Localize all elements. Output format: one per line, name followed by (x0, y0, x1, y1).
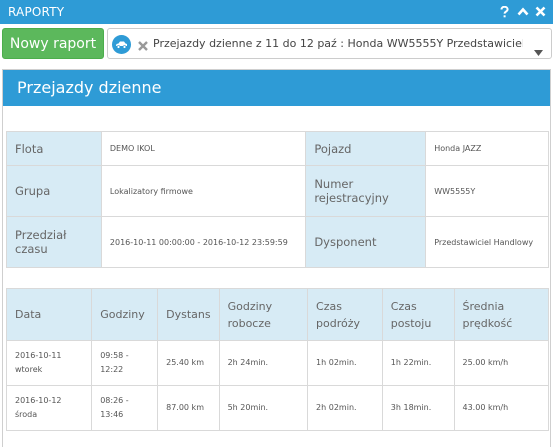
stop-time-cell: 3h 18min. (381, 385, 455, 431)
column-header-stop-time: Czas postoju (381, 288, 455, 341)
collapse-icon[interactable] (516, 3, 529, 20)
table-row: 2016-10-12 środa 08:26 - 13:46 87.00 km 5… (5, 385, 549, 431)
date-cell: 2016-10-12 środa (5, 385, 93, 431)
period-label: Przedział czasu (6, 216, 102, 268)
window-controls (498, 3, 547, 20)
column-header-avg-speed: Średnia prędkość (453, 288, 549, 341)
car-icon (112, 35, 131, 54)
date-value: 2016-10-12 (15, 396, 62, 405)
registration-value: WW5555Y (425, 165, 549, 217)
distance-cell: 25.40 km (157, 340, 220, 386)
vehicle-value: Honda JAZZ (425, 131, 549, 166)
column-header-work-hours: Godziny robocze (218, 288, 309, 341)
column-header-date: Data (5, 288, 93, 341)
info-row: Flota DEMO IKOL Pojazd Honda JAZZ (6, 131, 549, 166)
dispatcher-label: Dysponent (305, 216, 427, 268)
column-header-travel-time: Czas podróży (307, 288, 383, 341)
help-icon[interactable] (498, 3, 511, 20)
remove-selection-icon[interactable] (137, 37, 149, 51)
window-titlebar: RAPORTY (0, 0, 553, 24)
window-title: RAPORTY (8, 5, 65, 19)
report-panel: Przejazdy dzienne Flota DEMO IKOL Pojazd… (2, 69, 551, 447)
table-row: 2016-10-11 wtorek 09:58 - 12:22 25.40 km … (5, 340, 549, 386)
column-header-distance: Dystans (157, 288, 220, 341)
vehicle-label: Pojazd (305, 131, 427, 166)
fleet-label: Flota (6, 131, 102, 166)
info-table: Flota DEMO IKOL Pojazd Honda JAZZ Grupa … (6, 131, 549, 268)
toolbar: Nowy raport Przejazdy dzienne z 11 do 12… (0, 24, 553, 64)
weekday-value: środa (15, 410, 38, 419)
table-header-row: Data Godziny Dystans Godziny robocze Cza… (5, 288, 549, 341)
stop-time-cell: 1h 22min. (381, 340, 455, 386)
work-hours-cell: 2h 24min. (218, 340, 309, 386)
close-icon[interactable] (534, 3, 547, 20)
travel-time-cell: 2h 02min. (307, 385, 383, 431)
group-value: Lokalizatory firmowe (100, 165, 307, 217)
hours-cell: 09:58 - 12:22 (91, 340, 159, 386)
period-value: 2016-10-11 00:00:00 - 2016-10-12 23:59:5… (100, 216, 307, 268)
travel-time-cell: 1h 02min. (307, 340, 383, 386)
work-hours-cell: 5h 20min. (218, 385, 309, 431)
dispatcher-value: Przedstawiciel Handlowy (425, 216, 549, 268)
column-header-hours: Godziny (91, 288, 159, 341)
info-row: Przedział czasu 2016-10-11 00:00:00 - 20… (6, 216, 549, 268)
date-cell: 2016-10-11 wtorek (5, 340, 93, 386)
info-row: Grupa Lokalizatory firmowe Numer rejestr… (6, 165, 549, 217)
avg-speed-cell: 43.00 km/h (453, 385, 549, 431)
avg-speed-cell: 25.00 km/h (453, 340, 549, 386)
weekday-value: wtorek (15, 365, 43, 374)
fleet-value: DEMO IKOL (100, 131, 307, 166)
group-label: Grupa (6, 165, 102, 217)
selected-report-text: Przejazdy dzienne z 11 do 12 paź : Honda… (153, 37, 523, 50)
daily-trips-table: Data Godziny Dystans Godziny robocze Cza… (5, 288, 549, 431)
distance-cell: 87.00 km (157, 385, 220, 431)
panel-title: Przejazdy dzienne (3, 70, 550, 106)
hours-cell: 08:26 - 13:46 (91, 385, 159, 431)
registration-label: Numer rejestracyjny (305, 165, 427, 217)
new-report-button[interactable]: Nowy raport (2, 28, 104, 59)
report-select[interactable]: Przejazdy dzienne z 11 do 12 paź : Honda… (107, 28, 552, 59)
chevron-down-icon[interactable] (534, 41, 543, 60)
date-value: 2016-10-11 (15, 351, 62, 360)
